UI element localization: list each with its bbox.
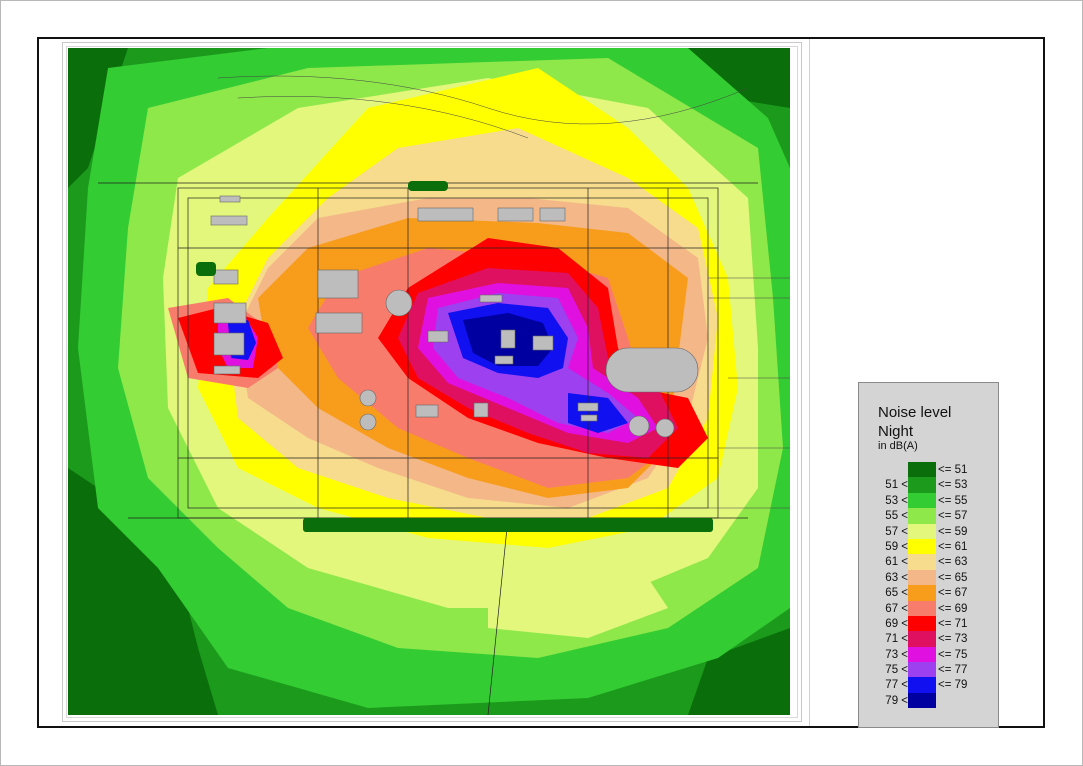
- legend-title-line1: Noise level: [878, 404, 952, 421]
- legend-lower-bound: 75 <: [885, 664, 908, 677]
- legend-row: 55 < <= 57: [859, 508, 1000, 524]
- legend-row: 69 < <= 71: [859, 615, 1000, 632]
- legend-color-swatch: [908, 600, 936, 616]
- legend-upper-bound: <= 75: [938, 648, 968, 661]
- legend-row: 53 < <= 55: [859, 492, 1000, 509]
- legend-upper-bound: <= 61: [938, 540, 968, 553]
- legend-row: <= 51: [859, 462, 1000, 478]
- legend-upper-bound: <= 67: [938, 587, 968, 600]
- legend-panel: Noise level Night in dB(A) <= 51 51 < <= 5…: [858, 382, 999, 728]
- legend-color-swatch: [908, 538, 936, 555]
- legend-color-swatch: [908, 585, 936, 601]
- legend-color-swatch: [908, 462, 936, 478]
- legend-upper-bound: <= 59: [938, 525, 968, 538]
- legend-upper-bound: <= 71: [938, 617, 968, 630]
- legend-row: 75 < <= 77: [859, 662, 1000, 678]
- legend-color-swatch: [908, 692, 936, 709]
- legend-color-swatch: [908, 508, 936, 524]
- legend-row: 57 < <= 59: [859, 523, 1000, 539]
- legend-color-swatch: [908, 569, 936, 586]
- legend-lower-bound: 57 <: [885, 525, 908, 538]
- legend-lower-bound: 79 <: [885, 694, 908, 707]
- legend-lower-bound: 51 <: [885, 479, 908, 492]
- legend-row: 61 < <= 63: [859, 554, 1000, 570]
- legend-upper-bound: <= 63: [938, 556, 968, 569]
- legend-row: 77 < <= 79: [859, 677, 1000, 693]
- legend-lower-bound: 53 <: [885, 494, 908, 507]
- legend-color-swatch: [908, 477, 936, 493]
- legend-lower-bound: 77 <: [885, 679, 908, 692]
- legend-upper-bound: <= 55: [938, 494, 968, 507]
- legend-row: 59 < <= 61: [859, 538, 1000, 555]
- legend-title-line2: Night: [878, 423, 914, 440]
- legend-lower-bound: 67 <: [885, 602, 908, 615]
- legend-upper-bound: <= 69: [938, 602, 968, 615]
- legend-row: 79 <: [859, 692, 1000, 709]
- legend-upper-bound: <= 73: [938, 633, 968, 646]
- legend-color-swatch: [908, 523, 936, 539]
- legend-lower-bound: 71 <: [885, 633, 908, 646]
- legend-lower-bound: 55 <: [885, 510, 908, 523]
- legend-color-swatch: [908, 615, 936, 632]
- legend-color-swatch: [908, 631, 936, 647]
- legend-upper-bound: <= 57: [938, 510, 968, 523]
- legend-row: 63 < <= 65: [859, 569, 1000, 586]
- legend-color-swatch: [908, 662, 936, 678]
- legend-upper-bound: <= 53: [938, 479, 968, 492]
- legend-rows: <= 51 51 < <= 53 53 < <= 55 55 < <= 57 57 < <= 5…: [859, 462, 1000, 709]
- legend-unit: in dB(A): [878, 440, 918, 452]
- legend-color-swatch: [908, 492, 936, 509]
- legend-upper-bound: <= 77: [938, 664, 968, 677]
- legend-row: 65 < <= 67: [859, 585, 1000, 601]
- legend-upper-bound: <= 51: [938, 464, 968, 476]
- legend-upper-bound: <= 65: [938, 571, 968, 584]
- legend-color-swatch: [908, 646, 936, 663]
- noise-contour-map: [68, 48, 790, 715]
- legend-lower-bound: 63 <: [885, 571, 908, 584]
- legend-row: 67 < <= 69: [859, 600, 1000, 616]
- legend-row: 51 < <= 53: [859, 477, 1000, 493]
- legend-lower-bound: 69 <: [885, 617, 908, 630]
- legend-color-swatch: [908, 677, 936, 693]
- legend-row: 73 < <= 75: [859, 646, 1000, 663]
- legend-lower-bound: 65 <: [885, 587, 908, 600]
- legend-lower-bound: 61 <: [885, 556, 908, 569]
- legend-title: Noise level Night: [878, 403, 951, 441]
- legend-lower-bound: 73 <: [885, 648, 908, 661]
- legend-upper-bound: <= 79: [938, 679, 968, 692]
- map-divider-line: [809, 39, 810, 726]
- legend-color-swatch: [908, 554, 936, 570]
- legend-lower-bound: 59 <: [885, 540, 908, 553]
- legend-row: 71 < <= 73: [859, 631, 1000, 647]
